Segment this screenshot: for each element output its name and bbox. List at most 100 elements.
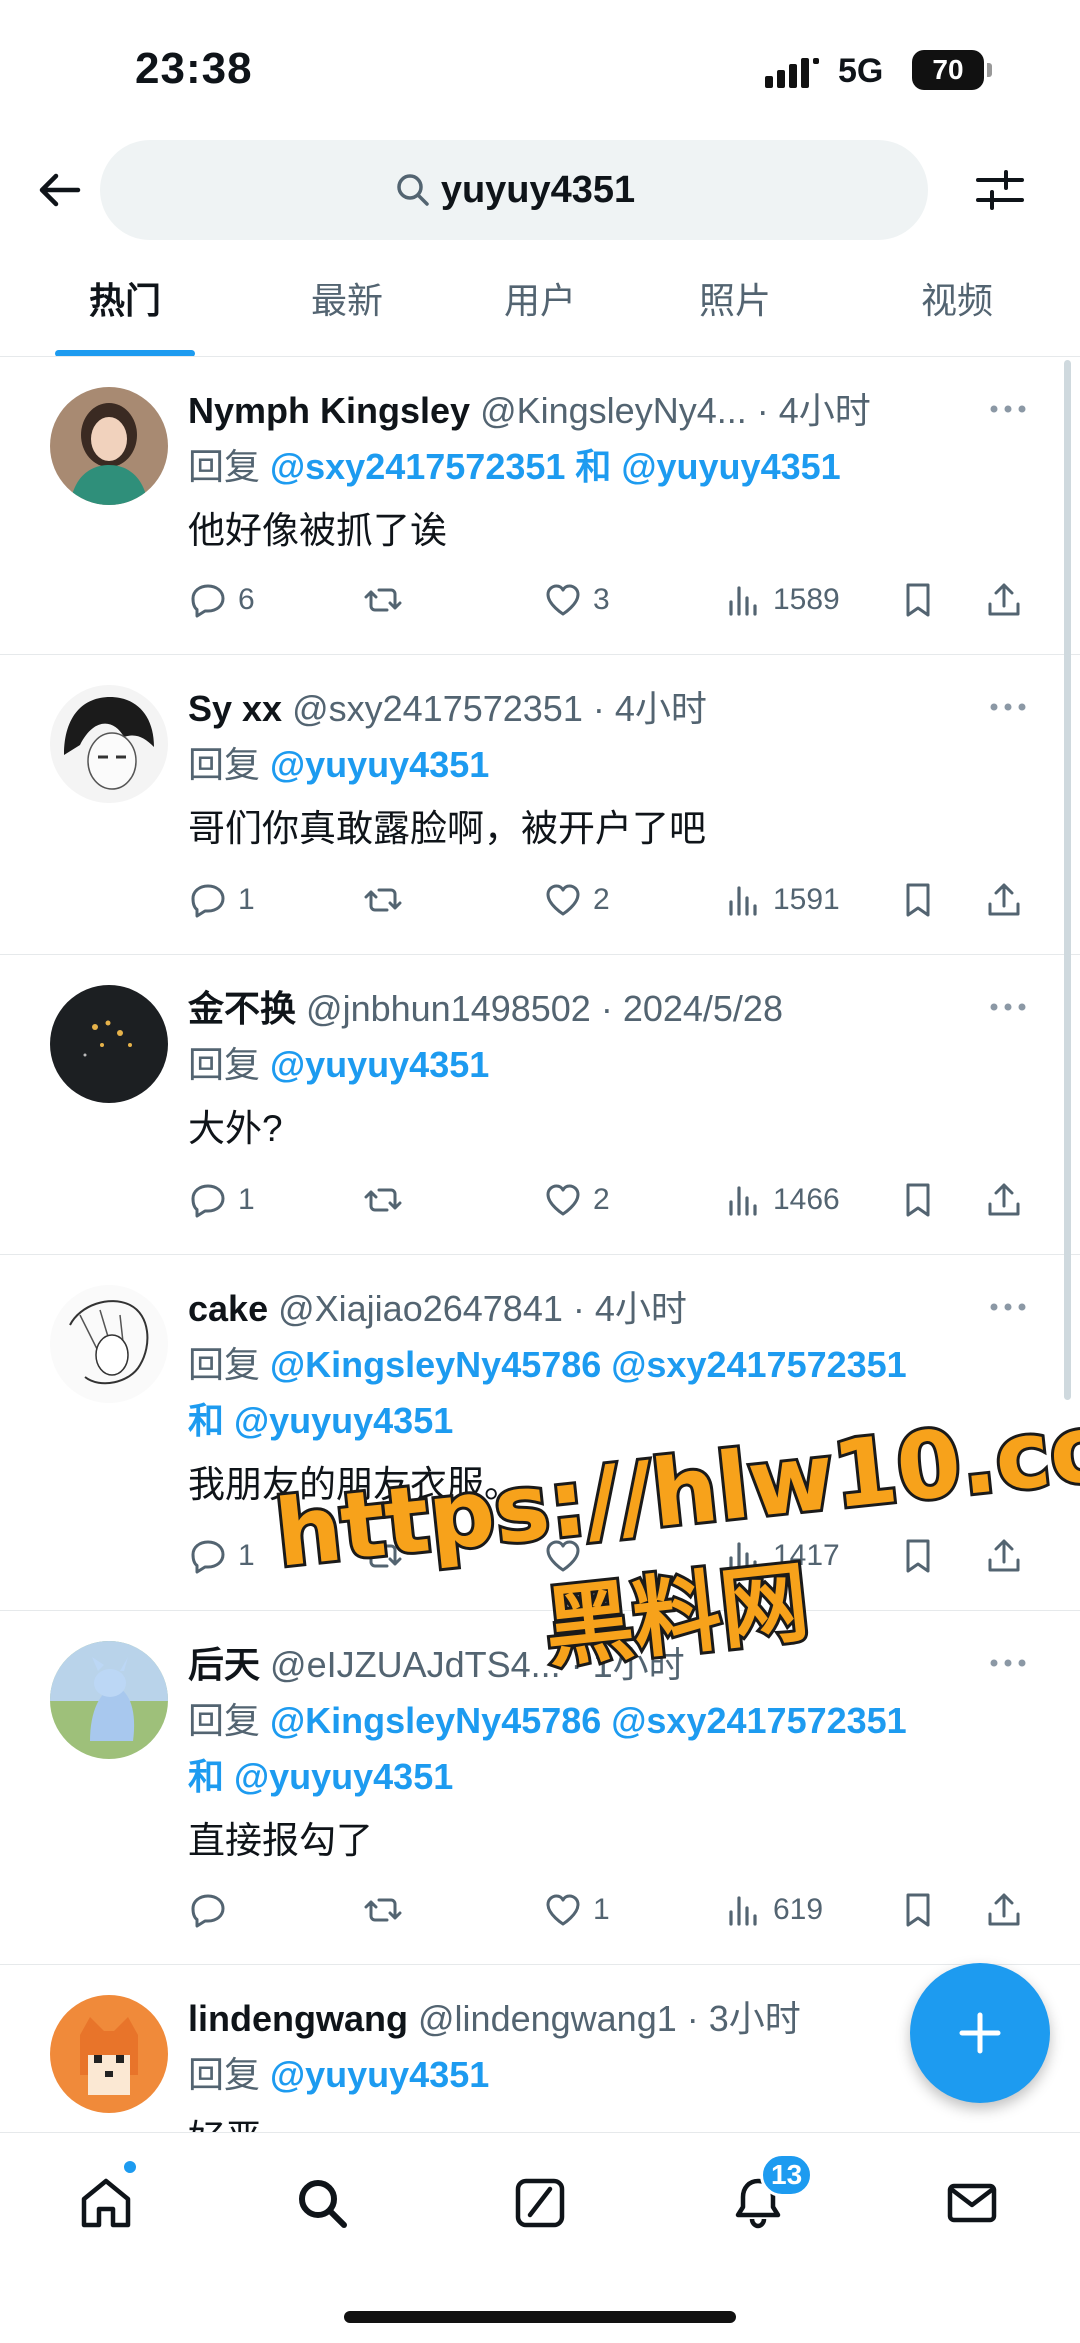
reply-mentions[interactable]: @yuyuy4351 (270, 744, 489, 785)
tab-latest[interactable]: 最新 (277, 270, 417, 356)
signal-icon (765, 58, 819, 88)
reply-mentions[interactable]: @KingsleyNy45786 @sxy2417572351 (270, 1700, 907, 1741)
avatar[interactable] (50, 387, 168, 505)
share-button[interactable] (984, 1175, 1034, 1225)
tab-videos[interactable]: 视频 (887, 270, 1027, 356)
author-handle-time[interactable]: @jnbhun1498502 · 2024/5/28 (306, 988, 783, 1029)
search-query: yuyuy4351 (440, 168, 636, 211)
tweet-text: 大外? (188, 1108, 283, 1149)
reply-mentions[interactable]: @yuyuy4351 (270, 1044, 489, 1085)
reply-mentions[interactable]: @sxy2417572351 和 @yuyuy4351 (270, 446, 841, 487)
retweet-button[interactable] (363, 575, 413, 625)
reply-mentions[interactable]: @yuyuy4351 (270, 2054, 489, 2095)
reply-to-line: 回复 @sxy2417572351 和 @yuyuy4351 (188, 446, 841, 487)
retweet-button[interactable] (363, 875, 413, 925)
author-handle-time[interactable]: @Xiajiao2647841 · 4小时 (278, 1288, 687, 1329)
avatar[interactable] (50, 1285, 168, 1403)
more-icon[interactable] (988, 1655, 1028, 1671)
search-input[interactable]: yuyuy4351 (100, 140, 928, 240)
author-name[interactable]: 金不换 (188, 988, 296, 1029)
analytics-icon (729, 1896, 757, 1926)
reply-mentions[interactable]: 和 @yuyuy4351 (188, 1400, 453, 1441)
share-icon (988, 883, 1020, 916)
reply-button[interactable] (188, 1885, 238, 1935)
reply-button[interactable]: 1 (188, 875, 255, 925)
tweet-text: 他好像被抓了诶 (188, 510, 447, 551)
reply-button[interactable]: 6 (188, 575, 255, 625)
status-bar: 23:38 5G 70 (0, 0, 1080, 140)
tweet[interactable]: 金不换 @jnbhun1498502 · 2024/5/28 回复 @yuyuy… (0, 955, 1080, 1255)
views-button[interactable]: 1591 (723, 875, 840, 925)
author-name[interactable]: Nymph Kingsley (188, 390, 470, 431)
back-button[interactable] (28, 160, 92, 220)
avatar[interactable] (50, 985, 168, 1103)
avatar[interactable] (50, 1641, 168, 1759)
reply-button[interactable]: 1 (188, 1531, 255, 1581)
like-button[interactable]: 2 (543, 875, 610, 925)
status-time: 23:38 (135, 44, 253, 93)
tweet-header: 金不换 @jnbhun1498502 · 2024/5/28 (188, 983, 1008, 1035)
views-button[interactable]: 619 (723, 1885, 823, 1935)
nav-search[interactable] (282, 2163, 362, 2243)
more-icon[interactable] (988, 1299, 1028, 1315)
reply-to-line: 回复 @yuyuy4351 (188, 1044, 490, 1085)
avatar[interactable] (50, 1995, 168, 2113)
nav-grok[interactable] (500, 2163, 580, 2243)
author-name[interactable]: cake (188, 1288, 268, 1329)
retweet-icon (364, 888, 402, 912)
bookmark-button[interactable] (898, 1175, 948, 1225)
bookmark-button[interactable] (898, 875, 948, 925)
bookmark-button[interactable] (898, 575, 948, 625)
reply-mentions[interactable]: @KingsleyNy45786 @sxy2417572351 (270, 1344, 907, 1385)
author-handle-time[interactable]: @sxy2417572351 · 4小时 (292, 688, 707, 729)
bookmark-icon (906, 1893, 930, 1927)
tweet-header: lindengwang @lindengwang1 · 3小时 (188, 1993, 1008, 2045)
search-icon (397, 174, 429, 206)
home-notification-dot (122, 2159, 138, 2175)
tweet[interactable]: Nymph Kingsley @KingsleyNy4... · 4小时 回复 … (0, 357, 1080, 655)
scrollbar[interactable] (1064, 360, 1071, 1400)
author-name[interactable]: lindengwang (188, 1998, 408, 2039)
reply-mentions[interactable]: 和 @yuyuy4351 (188, 1756, 453, 1797)
home-indicator[interactable] (344, 2311, 736, 2323)
avatar[interactable] (50, 685, 168, 803)
search-results-feed[interactable]: Nymph Kingsley @KingsleyNy4... · 4小时 回复 … (0, 357, 1080, 2132)
retweet-button[interactable] (363, 1885, 413, 1935)
tweet-header: Nymph Kingsley @KingsleyNy4... · 4小时 (188, 385, 1008, 437)
author-handle-time[interactable]: @lindengwang1 · 3小时 (418, 1998, 801, 2039)
tweet[interactable]: Sy xx @sxy2417572351 · 4小时 回复 @yuyuy4351… (0, 655, 1080, 955)
arrow-left-icon (39, 173, 81, 207)
compose-button[interactable] (910, 1963, 1050, 2103)
more-icon[interactable] (988, 999, 1028, 1015)
nav-messages[interactable] (932, 2163, 1012, 2243)
more-icon[interactable] (988, 699, 1028, 715)
tweet-header: cake @Xiajiao2647841 · 4小时 (188, 1283, 1008, 1335)
share-button[interactable] (984, 875, 1034, 925)
analytics-icon (729, 1186, 757, 1216)
reply-button[interactable]: 1 (188, 1175, 255, 1225)
nav-home[interactable] (66, 2163, 146, 2243)
like-button[interactable]: 3 (543, 575, 610, 625)
search-icon (299, 2180, 347, 2228)
reply-to-line-continued: 和 @yuyuy4351 (188, 1749, 1048, 1805)
like-button[interactable]: 1 (543, 1885, 610, 1935)
views-button[interactable]: 1589 (723, 575, 840, 625)
retweet-button[interactable] (363, 1175, 413, 1225)
like-button[interactable]: 2 (543, 1175, 610, 1225)
tweet-text: 哥们你真敢露脸啊，被开户了吧 (188, 808, 706, 849)
search-filter-button[interactable] (970, 160, 1030, 220)
analytics-icon (729, 886, 757, 916)
tab-top[interactable]: 热门 (55, 270, 195, 356)
tab-photos[interactable]: 照片 (665, 270, 805, 356)
bookmark-icon (906, 583, 930, 617)
author-name[interactable]: Sy xx (188, 688, 282, 729)
grok-icon (515, 2178, 565, 2228)
tab-people[interactable]: 用户 (470, 270, 610, 356)
views-button[interactable]: 1466 (723, 1175, 840, 1225)
author-name[interactable]: 后天 (188, 1644, 260, 1685)
share-button[interactable] (984, 575, 1034, 625)
more-icon[interactable] (988, 401, 1028, 417)
bookmark-button[interactable] (898, 1885, 948, 1935)
author-handle-time[interactable]: @KingsleyNy4... · 4小时 (480, 390, 871, 431)
share-button[interactable] (984, 1885, 1034, 1935)
